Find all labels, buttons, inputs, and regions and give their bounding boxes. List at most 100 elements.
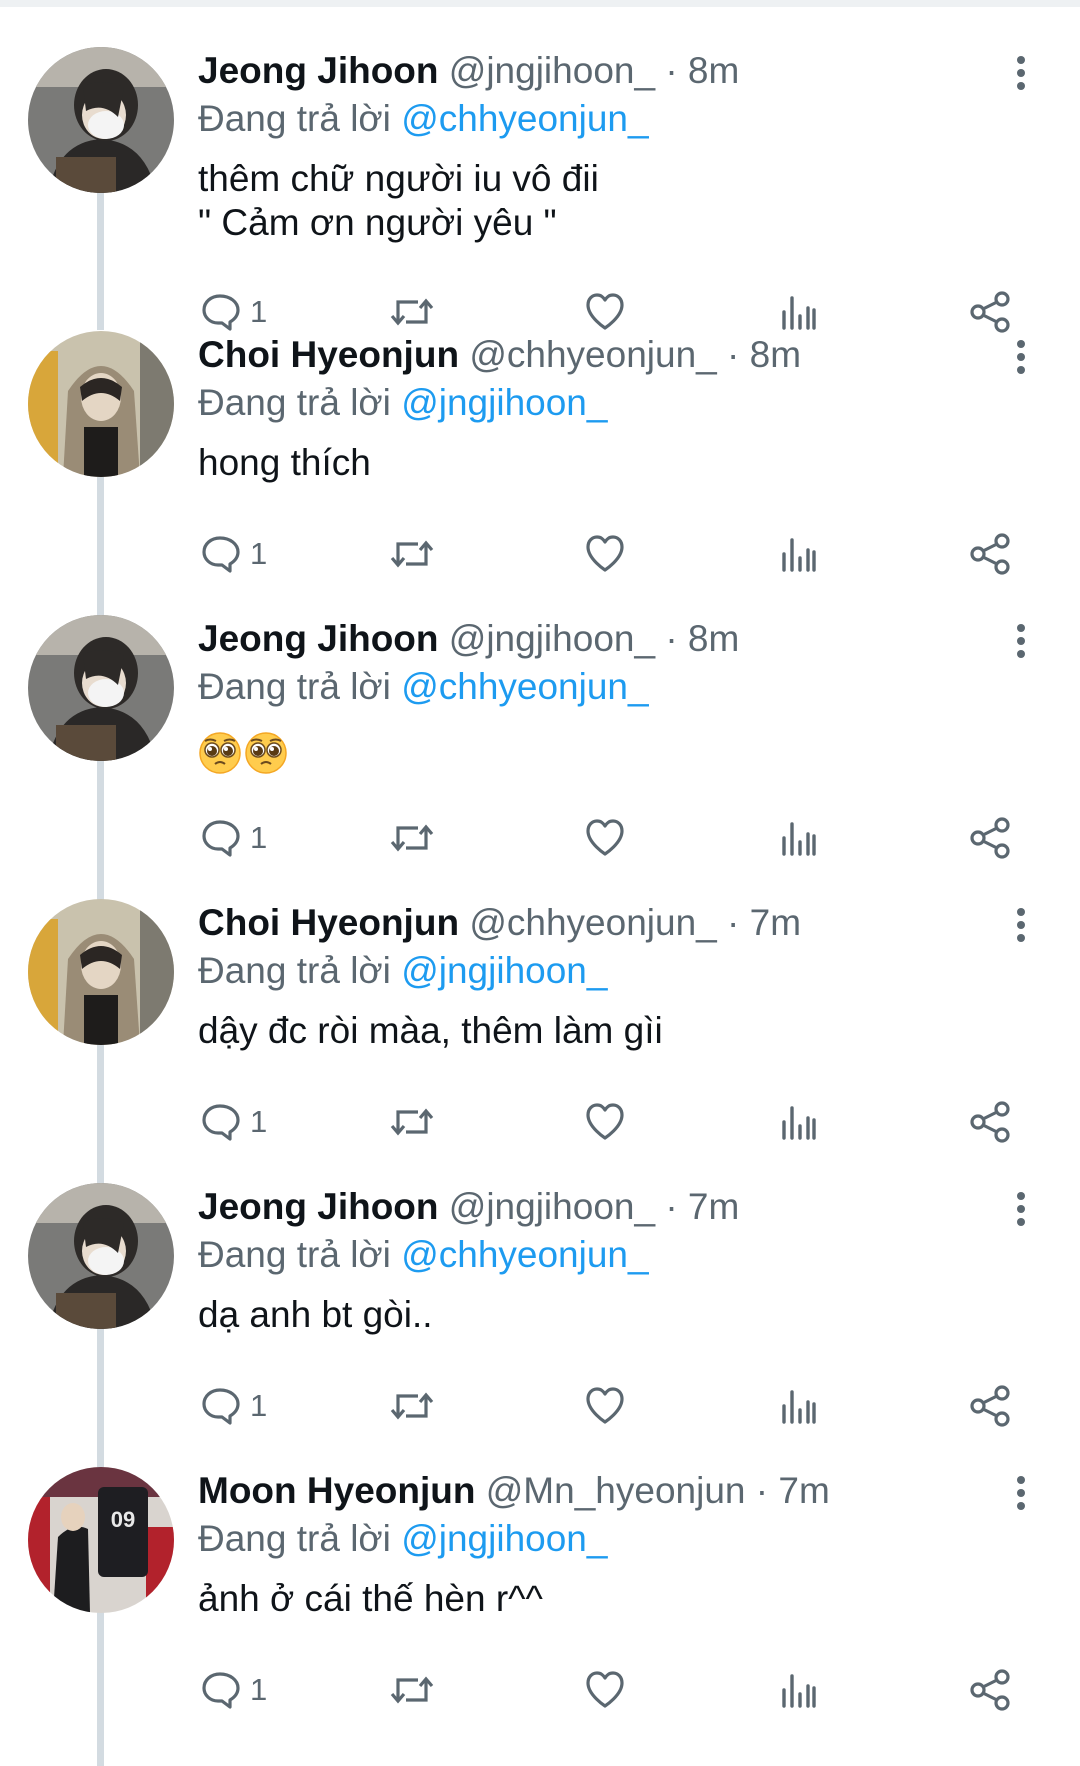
reply-icon — [198, 1100, 242, 1144]
retweet-button[interactable] — [388, 1097, 436, 1147]
reply-button[interactable]: 1 — [198, 1665, 267, 1715]
person-hoodie-avatar — [28, 899, 174, 1045]
more-options-icon[interactable] — [1005, 51, 1037, 95]
timestamp[interactable]: · 7m — [665, 1186, 739, 1227]
avatar[interactable] — [28, 47, 174, 193]
timestamp[interactable]: · 8m — [665, 50, 739, 91]
reply-button[interactable]: 1 — [198, 813, 267, 863]
reply-button[interactable]: 1 — [198, 287, 267, 337]
like-icon — [583, 816, 627, 860]
more-options-icon[interactable] — [1005, 619, 1037, 663]
analytics-button[interactable] — [778, 1381, 818, 1431]
reply-tweet[interactable]: Choi Hyeonjun @chhyeonjun_ · 8m Đang trả … — [0, 331, 1080, 615]
share-button[interactable] — [968, 1381, 1012, 1431]
reply-tweet[interactable]: Jeong Jihoon @jngjihoon_ · 7m Đang trả lờ… — [0, 1183, 1080, 1467]
retweet-icon — [388, 1100, 436, 1144]
analytics-button[interactable] — [778, 529, 818, 579]
reply-count: 1 — [250, 1672, 268, 1707]
retweet-button[interactable] — [388, 287, 436, 337]
replying-to-line: Đang trả lời @chhyeonjun_ — [198, 665, 649, 709]
mention-link[interactable]: @jngjihoon_ — [401, 382, 607, 423]
user-handle[interactable]: @jngjihoon_ — [449, 618, 655, 659]
share-button[interactable] — [968, 287, 1012, 337]
retweet-button[interactable] — [388, 1665, 436, 1715]
retweet-button[interactable] — [388, 813, 436, 863]
user-handle[interactable]: @chhyeonjun_ — [469, 902, 716, 943]
person-face-mask-avatar — [28, 615, 174, 761]
display-name[interactable]: Choi Hyeonjun — [198, 902, 459, 943]
reply-icon — [198, 816, 242, 860]
display-name[interactable]: Jeong Jihoon — [198, 50, 439, 91]
retweet-icon — [388, 532, 436, 576]
user-handle[interactable]: @Mn_hyeonjun — [486, 1470, 746, 1511]
more-options-icon[interactable] — [1005, 1471, 1037, 1515]
analytics-icon — [778, 290, 818, 334]
reply-count: 1 — [250, 820, 268, 855]
tweet-text: ảnh ở cái thế hèn r^^ — [198, 1578, 543, 1619]
more-options-icon[interactable] — [1005, 903, 1037, 947]
more-options-icon[interactable] — [1005, 335, 1037, 379]
mention-link[interactable]: @chhyeonjun_ — [401, 1234, 648, 1275]
reply-button[interactable]: 1 — [198, 1381, 267, 1431]
tweet-actions: 1 — [198, 1381, 1018, 1431]
tweet-header: Choi Hyeonjun @chhyeonjun_ · 8m — [198, 333, 801, 377]
analytics-button[interactable] — [778, 1665, 818, 1715]
share-button[interactable] — [968, 1097, 1012, 1147]
reply-count: 1 — [250, 294, 268, 329]
share-icon — [968, 816, 1012, 860]
tweet-actions: 1 — [198, 813, 1018, 863]
like-button[interactable] — [583, 529, 627, 579]
analytics-button[interactable] — [778, 287, 818, 337]
user-handle[interactable]: @jngjihoon_ — [449, 1186, 655, 1227]
avatar[interactable] — [28, 1183, 174, 1329]
retweet-icon — [388, 1668, 436, 1712]
retweet-button[interactable] — [388, 1381, 436, 1431]
avatar[interactable] — [28, 331, 174, 477]
person-jersey-avatar: 09 — [28, 1467, 174, 1613]
user-handle[interactable]: @chhyeonjun_ — [469, 334, 716, 375]
analytics-button[interactable] — [778, 1097, 818, 1147]
share-button[interactable] — [968, 1665, 1012, 1715]
mention-link[interactable]: @jngjihoon_ — [401, 950, 607, 991]
timestamp[interactable]: · 7m — [727, 902, 801, 943]
share-button[interactable] — [968, 813, 1012, 863]
timestamp[interactable]: · 7m — [756, 1470, 830, 1511]
display-name[interactable]: Jeong Jihoon — [198, 618, 439, 659]
display-name[interactable]: Choi Hyeonjun — [198, 334, 459, 375]
like-button[interactable] — [583, 1381, 627, 1431]
reply-button[interactable]: 1 — [198, 529, 267, 579]
retweet-icon — [388, 1384, 436, 1428]
more-options-icon[interactable] — [1005, 1187, 1037, 1231]
like-button[interactable] — [583, 813, 627, 863]
avatar[interactable] — [28, 615, 174, 761]
pleading-face-emoji — [244, 731, 288, 780]
reply-tweet[interactable]: Choi Hyeonjun @chhyeonjun_ · 7m Đang trả … — [0, 899, 1080, 1183]
reply-tweet[interactable]: 09 Moon Hyeonjun @Mn_hyeonjun · 7m Đang tr… — [0, 1467, 1080, 1751]
retweet-button[interactable] — [388, 529, 436, 579]
reply-tweet[interactable]: Jeong Jihoon @jngjihoon_ · 8m Đang trả lờ… — [0, 615, 1080, 899]
user-handle[interactable]: @jngjihoon_ — [449, 50, 655, 91]
timestamp[interactable]: · 8m — [727, 334, 801, 375]
mention-link[interactable]: @chhyeonjun_ — [401, 98, 648, 139]
tweet-text: thêm chữ người iu vô đii " Cảm ơn người … — [198, 158, 599, 243]
tweet-actions: 1 — [198, 1665, 1018, 1715]
display-name[interactable]: Moon Hyeonjun — [198, 1470, 475, 1511]
reply-tweet[interactable]: Jeong Jihoon @jngjihoon_ · 8m Đang trả lờ… — [0, 47, 1080, 333]
reply-button[interactable]: 1 — [198, 1097, 267, 1147]
like-button[interactable] — [583, 1097, 627, 1147]
avatar[interactable]: 09 — [28, 1467, 174, 1613]
share-button[interactable] — [968, 529, 1012, 579]
reply-icon — [198, 290, 242, 334]
timestamp[interactable]: · 8m — [665, 618, 739, 659]
like-icon — [583, 290, 627, 334]
mention-link[interactable]: @chhyeonjun_ — [401, 666, 648, 707]
display-name[interactable]: Jeong Jihoon — [198, 1186, 439, 1227]
like-button[interactable] — [583, 1665, 627, 1715]
avatar[interactable] — [28, 899, 174, 1045]
mention-link[interactable]: @jngjihoon_ — [401, 1518, 607, 1559]
tweet-header: Choi Hyeonjun @chhyeonjun_ · 7m — [198, 901, 801, 945]
retweet-icon — [388, 290, 436, 334]
like-icon — [583, 1384, 627, 1428]
like-button[interactable] — [583, 287, 627, 337]
analytics-button[interactable] — [778, 813, 818, 863]
